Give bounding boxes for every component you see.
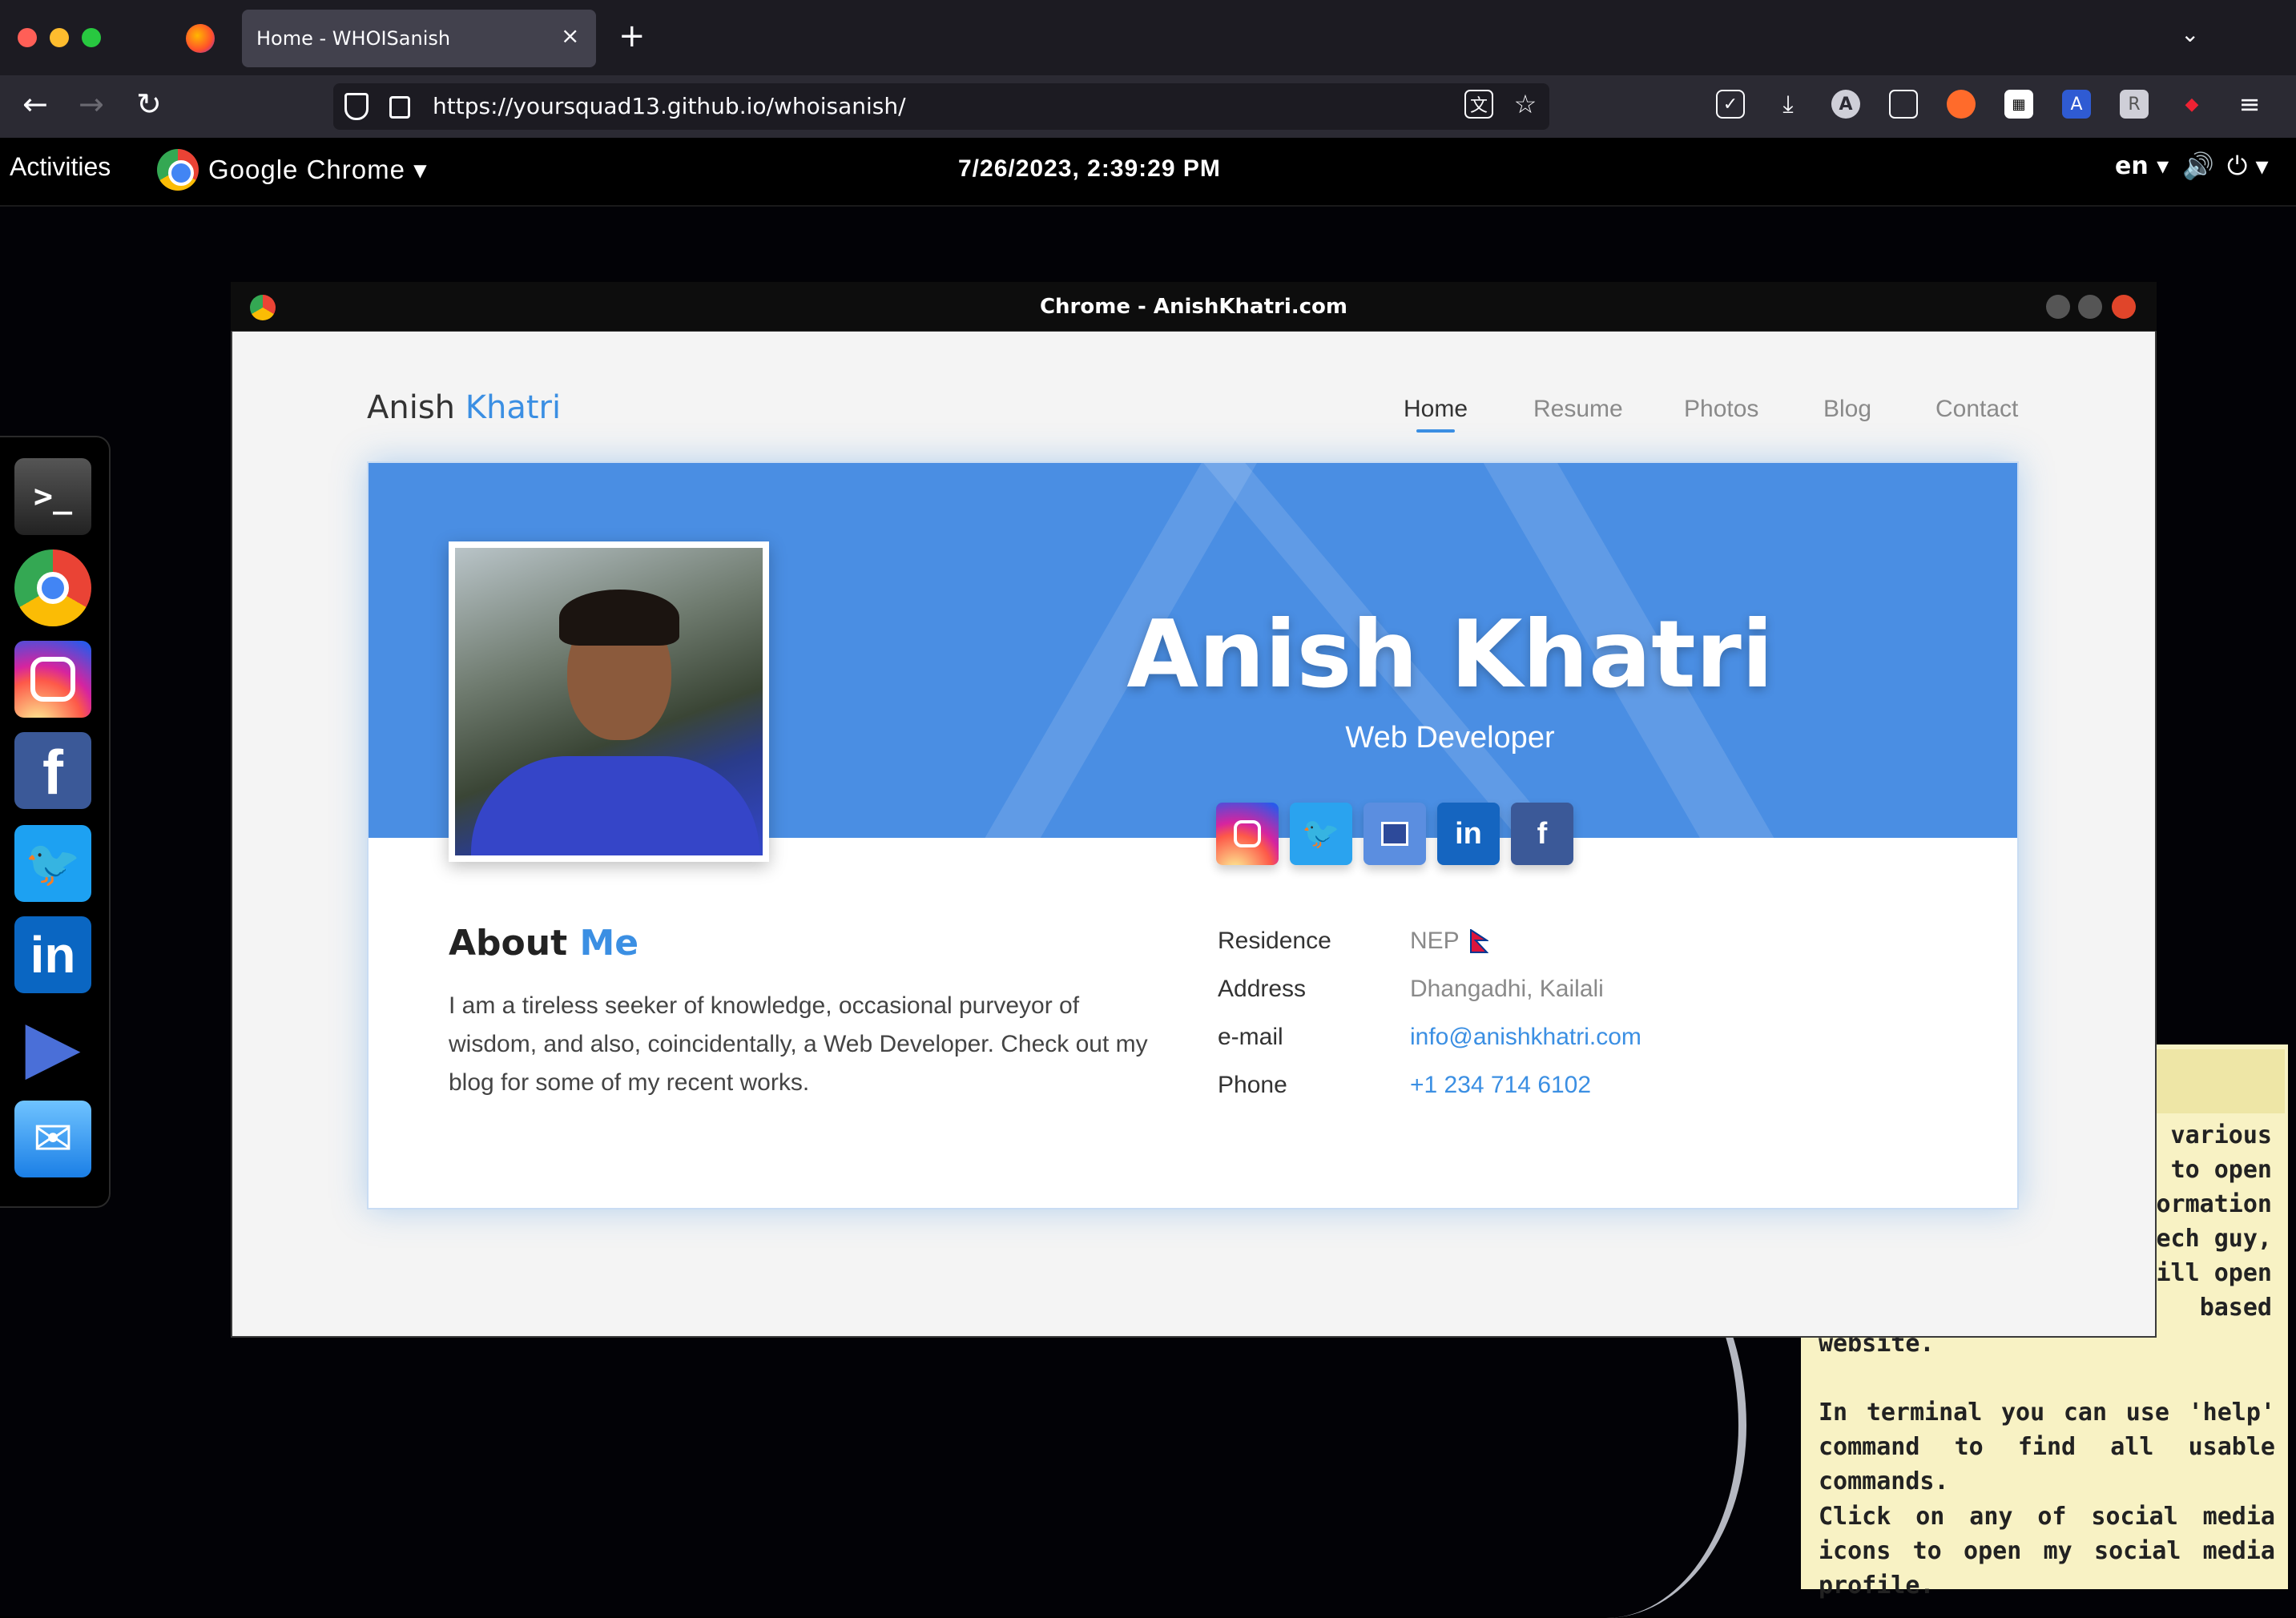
language-selector[interactable]: en ▾ xyxy=(2115,152,2169,180)
phone-label: Phone xyxy=(1218,1072,1287,1098)
firefox-view-icon[interactable] xyxy=(186,24,215,53)
activities-button[interactable]: Activities xyxy=(10,152,111,182)
profile-photo xyxy=(449,541,769,862)
about-title-a: About xyxy=(449,923,568,964)
nav-home[interactable]: Home xyxy=(1404,396,1468,423)
email-label: e-mail xyxy=(1218,1024,1283,1050)
clock[interactable]: 7/26/2023, 2:39:29 PM xyxy=(958,155,1221,183)
window-minimize-button[interactable] xyxy=(2078,295,2102,319)
window-restore-button[interactable] xyxy=(2046,295,2070,319)
mail-dock-icon[interactable]: ✉ xyxy=(14,1101,91,1177)
chrome-icon xyxy=(157,149,199,191)
sticky-paragraph: Click on any of social media icons to op… xyxy=(1819,1503,2275,1600)
profile-name: Anish Khatri xyxy=(1126,601,1774,709)
tab-title: Home - WHOISanish xyxy=(256,27,451,50)
address-value: Dhangadhi, Kailali xyxy=(1410,976,1604,1002)
maximize-window-button[interactable] xyxy=(82,28,101,47)
linkedin-icon[interactable]: in xyxy=(1437,803,1500,865)
nav-photos[interactable]: Photos xyxy=(1684,396,1758,423)
nav-contact[interactable]: Contact xyxy=(1935,396,2018,423)
sticky-line: ormation xyxy=(2156,1190,2273,1218)
about-text: I am a tireless seeker of knowledge, occ… xyxy=(449,992,1148,1096)
volume-icon[interactable]: 🔊 xyxy=(2182,151,2214,181)
app-menu[interactable]: Google Chrome ▾ xyxy=(208,154,428,185)
twitter-dock-icon[interactable]: 🐦 xyxy=(14,825,91,902)
reload-button[interactable]: ↻ xyxy=(136,87,162,122)
window-title: Chrome - AnishKhatri.com xyxy=(1039,295,1348,319)
window-close-button[interactable] xyxy=(2112,295,2136,319)
extension-grey-icon[interactable]: R xyxy=(2120,90,2149,119)
address-label: Address xyxy=(1218,976,1307,1002)
list-tabs-button[interactable]: ⌄ xyxy=(2181,21,2199,47)
facebook-dock-icon[interactable]: f xyxy=(14,732,91,809)
account-icon[interactable]: A xyxy=(1831,90,1860,119)
tab-close-button[interactable]: × xyxy=(561,22,579,49)
residence-value: NEP xyxy=(1410,928,1460,954)
instagram-dock-icon[interactable] xyxy=(14,641,91,718)
sticky-line: ill open xyxy=(2156,1259,2273,1287)
email-link[interactable]: info@anishkhatri.com xyxy=(1410,1024,1641,1051)
new-tab-button[interactable]: + xyxy=(618,18,646,54)
qr-code-icon[interactable]: ▦ xyxy=(2004,90,2033,119)
translate-extension-icon[interactable]: A xyxy=(2062,90,2091,119)
minimize-window-button[interactable] xyxy=(50,28,69,47)
close-window-button[interactable] xyxy=(18,28,37,47)
about-title: About Me xyxy=(449,923,638,964)
site-brand[interactable]: Anish Khatri xyxy=(367,389,561,426)
brand-last: Khatri xyxy=(465,389,562,426)
lock-icon[interactable] xyxy=(389,96,410,119)
sticky-line: ech guy, xyxy=(2156,1225,2273,1253)
forward-button[interactable]: → xyxy=(79,87,104,122)
phone-link[interactable]: +1 234 714 6102 xyxy=(1410,1072,1591,1099)
sticky-line: e various xyxy=(2141,1121,2272,1149)
translate-icon[interactable]: 文 xyxy=(1464,90,1493,119)
chrome-dock-icon[interactable] xyxy=(14,549,91,626)
sticky-line: based xyxy=(2199,1294,2272,1322)
nav-blog[interactable]: Blog xyxy=(1823,396,1871,423)
about-title-b: Me xyxy=(579,923,639,964)
bookmark-star-icon[interactable]: ☆ xyxy=(1511,89,1540,119)
pocket-icon[interactable]: ✓ xyxy=(1716,90,1745,119)
extension-orange-icon[interactable] xyxy=(1947,90,1976,119)
shield-icon[interactable] xyxy=(344,93,369,120)
instagram-icon[interactable] xyxy=(1216,803,1279,865)
back-button[interactable]: ← xyxy=(22,87,48,122)
nav-resume[interactable]: Resume xyxy=(1533,396,1623,423)
url-text[interactable]: https://yoursquad13.github.io/whoisanish… xyxy=(433,93,906,119)
brand-first: Anish xyxy=(367,389,456,426)
profile-role: Web Developer xyxy=(1345,721,1555,755)
facebook-icon[interactable]: f xyxy=(1511,803,1573,865)
nav-active-indicator xyxy=(1416,429,1455,433)
extension-red-icon[interactable]: ◆ xyxy=(2177,90,2206,119)
resume-dock-icon[interactable]: ▶ xyxy=(14,1004,91,1089)
nepal-flag-icon xyxy=(1470,929,1488,953)
twitter-icon[interactable]: 🐦 xyxy=(1290,803,1352,865)
resume-icon[interactable] xyxy=(1364,803,1426,865)
power-icon[interactable]: ⏻ ▾ xyxy=(2227,151,2269,182)
residence-label: Residence xyxy=(1218,928,1331,954)
downloads-icon[interactable]: ⤓ xyxy=(1774,90,1803,119)
sticky-paragraph: In terminal you can use 'help' command t… xyxy=(1819,1399,2275,1495)
linkedin-dock-icon[interactable]: in xyxy=(14,916,91,993)
terminal-icon[interactable]: >_ xyxy=(14,458,91,535)
extensions-icon[interactable] xyxy=(1889,90,1918,119)
hamburger-menu-icon[interactable]: ≡ xyxy=(2235,89,2264,119)
sticky-line: to open xyxy=(2170,1156,2272,1184)
